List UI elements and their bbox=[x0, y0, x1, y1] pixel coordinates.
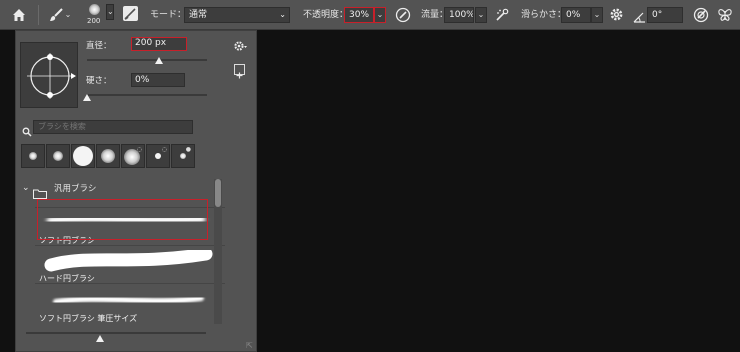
hardness-slider-thumb[interactable] bbox=[83, 94, 91, 101]
pressure-indicator-icon: ● bbox=[185, 146, 191, 153]
brush-tip-icon bbox=[29, 152, 37, 160]
pressure-indicator-icon: ◌ bbox=[161, 146, 167, 153]
brush-stroke-preview bbox=[41, 247, 213, 272]
mode-label: モード： bbox=[150, 10, 187, 20]
size-input[interactable]: 200 px bbox=[131, 37, 187, 51]
brush-search-input[interactable] bbox=[33, 120, 193, 134]
brush-preset-picker-panel: 直径： 200 px 硬さ： 0% ブラシを検索 ◌ ◌ ● ⌄ 汎用ブラシ ソ… bbox=[15, 30, 257, 352]
brush-tip-icon bbox=[180, 153, 186, 159]
brush-angle-icon bbox=[633, 8, 646, 23]
brush-tip-icon bbox=[101, 149, 115, 163]
recent-brush-preset[interactable] bbox=[96, 144, 120, 168]
hardness-value: 0% bbox=[135, 75, 150, 85]
mode-value: 通常 bbox=[189, 10, 208, 20]
flow-chevron-icon[interactable]: ⌄ bbox=[475, 7, 487, 23]
panel-settings-gear-icon[interactable] bbox=[234, 37, 248, 51]
opacity-label: 不透明度： bbox=[303, 10, 349, 20]
recent-brush-preset[interactable] bbox=[46, 144, 70, 168]
mode-dropdown[interactable]: 通常 ⌄ bbox=[184, 7, 290, 23]
search-icon bbox=[22, 122, 32, 137]
brush-tip-icon bbox=[73, 146, 93, 166]
hardness-slider-track[interactable] bbox=[87, 94, 207, 96]
recent-brush-preset[interactable] bbox=[71, 144, 95, 168]
scrollbar-thumb[interactable] bbox=[215, 179, 221, 207]
brush-tip-angle-preview[interactable] bbox=[20, 42, 78, 108]
smoothing-label: 滑らかさ： bbox=[521, 10, 567, 20]
resize-grip-icon[interactable]: ⇱ bbox=[246, 341, 253, 350]
tool-preset-chevron-icon[interactable]: ⌄ bbox=[64, 8, 72, 22]
pressure-opacity-icon[interactable] bbox=[395, 7, 411, 23]
brush-stroke-preview bbox=[41, 290, 213, 310]
preview-size-slider-thumb[interactable] bbox=[96, 335, 104, 342]
opacity-value: 30% bbox=[349, 10, 370, 20]
separator bbox=[38, 5, 39, 25]
size-value: 200 px bbox=[135, 38, 167, 48]
brush-item-soft-round-pressure[interactable]: ソフト円ブラシ 筆圧サイズ bbox=[35, 283, 225, 324]
smoothing-input[interactable]: 0% bbox=[561, 7, 591, 23]
recent-brush-preset[interactable]: ● bbox=[171, 144, 195, 168]
size-slider-track[interactable] bbox=[87, 59, 207, 61]
smoothing-chevron-icon[interactable]: ⌄ bbox=[591, 7, 603, 23]
pressure-indicator-icon: ◌ bbox=[136, 146, 142, 153]
symmetry-butterfly-icon[interactable] bbox=[717, 7, 733, 23]
photoshop-window: ⌄ 200 ⌄ モード： 通常 ⌄ 不透明度： 30% ⌄ 流量： 100% ⌄… bbox=[0, 0, 740, 352]
brush-list-scrollbar[interactable] bbox=[214, 179, 222, 324]
hardness-input[interactable]: 0% bbox=[131, 73, 185, 87]
brush-tool-icon[interactable] bbox=[48, 7, 64, 23]
preview-size-slider-track[interactable] bbox=[26, 332, 206, 334]
opacity-chevron-icon[interactable]: ⌄ bbox=[374, 7, 386, 23]
brush-stroke-preview bbox=[41, 211, 213, 231]
airbrush-icon[interactable] bbox=[494, 7, 510, 23]
flow-value: 100% bbox=[449, 10, 474, 20]
recent-brush-preset[interactable]: ◌ bbox=[121, 144, 145, 168]
smoothing-options-gear-icon[interactable] bbox=[609, 7, 624, 22]
brush-angle-value: 0° bbox=[652, 10, 663, 20]
brush-tip-icon bbox=[155, 153, 161, 159]
brush-item-label: ソフト円ブラシ 筆圧サイズ bbox=[39, 314, 138, 323]
folder-icon bbox=[33, 184, 47, 199]
recent-brush-presets: ◌ ◌ ● bbox=[21, 144, 221, 170]
options-bar: ⌄ 200 ⌄ モード： 通常 ⌄ 不透明度： 30% ⌄ 流量： 100% ⌄… bbox=[0, 0, 740, 30]
hardness-label: 硬さ： bbox=[86, 76, 112, 86]
flow-input[interactable]: 100% bbox=[444, 7, 474, 23]
brush-group-name: 汎用ブラシ bbox=[54, 184, 97, 194]
brush-angle-input[interactable]: 0° bbox=[647, 7, 683, 23]
brush-list: ソフト円ブラシ ハード円ブラシ ソフト円ブラシ 筆圧サイズ bbox=[35, 207, 237, 324]
new-preset-icon[interactable] bbox=[234, 64, 245, 79]
pressure-size-icon[interactable] bbox=[693, 7, 709, 23]
brush-settings-panel-icon[interactable] bbox=[123, 6, 138, 21]
opacity-input[interactable]: 30% bbox=[344, 7, 374, 23]
recent-brush-preset[interactable]: ◌ bbox=[146, 144, 170, 168]
canvas-area[interactable] bbox=[258, 31, 740, 352]
brush-tip-icon bbox=[53, 151, 63, 161]
mode-chevron-icon: ⌄ bbox=[279, 10, 286, 19]
group-expand-chevron-icon[interactable]: ⌄ bbox=[22, 182, 30, 194]
brush-group-general[interactable]: ⌄ 汎用ブラシ bbox=[22, 182, 212, 199]
home-icon[interactable] bbox=[11, 7, 27, 23]
size-label: 直径： bbox=[86, 41, 112, 51]
brush-item-soft-round[interactable]: ソフト円ブラシ bbox=[35, 207, 225, 245]
size-slider-thumb[interactable] bbox=[155, 57, 163, 64]
recent-brush-preset[interactable] bbox=[21, 144, 45, 168]
brush-item-hard-round[interactable]: ハード円ブラシ bbox=[35, 245, 225, 283]
brush-preset-picker-chevron-icon[interactable]: ⌄ bbox=[106, 4, 114, 20]
brush-size-value: 200 bbox=[87, 17, 101, 25]
smoothing-value: 0% bbox=[566, 10, 581, 20]
brush-size-preview-icon[interactable] bbox=[89, 4, 100, 15]
